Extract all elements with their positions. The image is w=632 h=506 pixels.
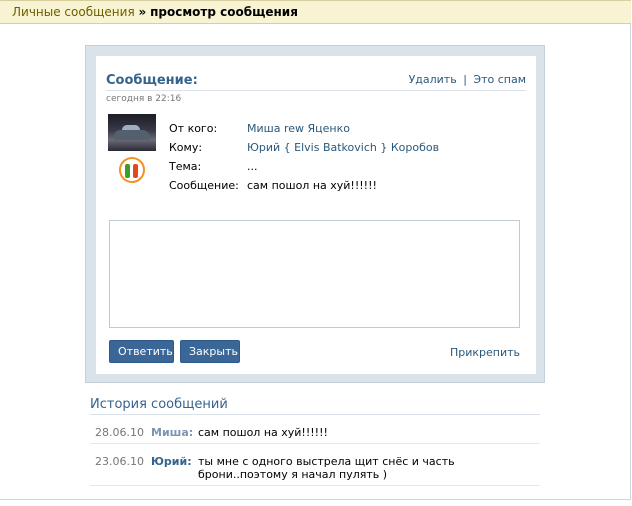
subject-label: Тема:	[169, 160, 202, 173]
title-divider	[106, 90, 526, 91]
history-date: 23.06.10	[95, 455, 144, 468]
history-text: сам пошол на хуй!!!!!!	[198, 426, 328, 439]
car-body	[114, 130, 150, 140]
message-title: Сообщение:	[106, 73, 198, 88]
breadcrumb: Личные сообщения » просмотр сообщения	[0, 0, 631, 24]
message-card: Сообщение: Удалить | Это спам сегодня в …	[96, 56, 536, 374]
breadcrumb-parent-link[interactable]: Личные сообщения	[12, 5, 135, 19]
actions-divider: |	[463, 73, 467, 86]
logo-ring	[119, 157, 145, 183]
body-value: сам пошол на хуй!!!!!!	[247, 179, 377, 192]
reply-button[interactable]: Ответить	[109, 340, 174, 363]
to-label: Кому:	[169, 141, 203, 154]
recipient-avatar[interactable]	[108, 154, 156, 202]
breadcrumb-separator: »	[138, 5, 147, 19]
message-panel: Сообщение: Удалить | Это спам сегодня в …	[85, 45, 545, 383]
history-author[interactable]: Юрий:	[151, 455, 192, 468]
message-timestamp: сегодня в 22:16	[106, 94, 182, 104]
history-divider	[90, 414, 540, 415]
logo-figure-red	[133, 164, 138, 178]
spam-link[interactable]: Это спам	[473, 73, 526, 86]
body-label: Сообщение:	[169, 179, 239, 192]
close-button[interactable]: Закрыть	[180, 340, 240, 363]
reply-textarea[interactable]	[109, 220, 520, 328]
history-title: История сообщений	[90, 397, 228, 412]
history-date: 28.06.10	[95, 426, 144, 439]
history-row: 28.06.10 Миша: сам пошол на хуй!!!!!!	[90, 419, 540, 444]
subject-value: ...	[247, 160, 258, 173]
history-author[interactable]: Миша:	[151, 426, 193, 439]
delete-link[interactable]: Удалить	[409, 73, 457, 86]
sender-avatar[interactable]	[108, 114, 156, 151]
breadcrumb-current: просмотр сообщения	[150, 5, 298, 19]
attach-link[interactable]: Прикрепить	[450, 346, 520, 359]
to-value[interactable]: Юрий { Elvis Batkovich } Коробов	[247, 141, 439, 154]
from-label: От кого:	[169, 122, 218, 135]
from-value[interactable]: Миша rew Яценко	[247, 122, 350, 135]
history-row: 23.06.10 Юрий: ты мне с одного выстрела …	[90, 444, 540, 486]
history-text: ты мне с одного выстрела щит снёс и част…	[198, 455, 455, 481]
logo-figure-green	[125, 164, 130, 178]
message-actions: Удалить | Это спам	[409, 73, 526, 86]
